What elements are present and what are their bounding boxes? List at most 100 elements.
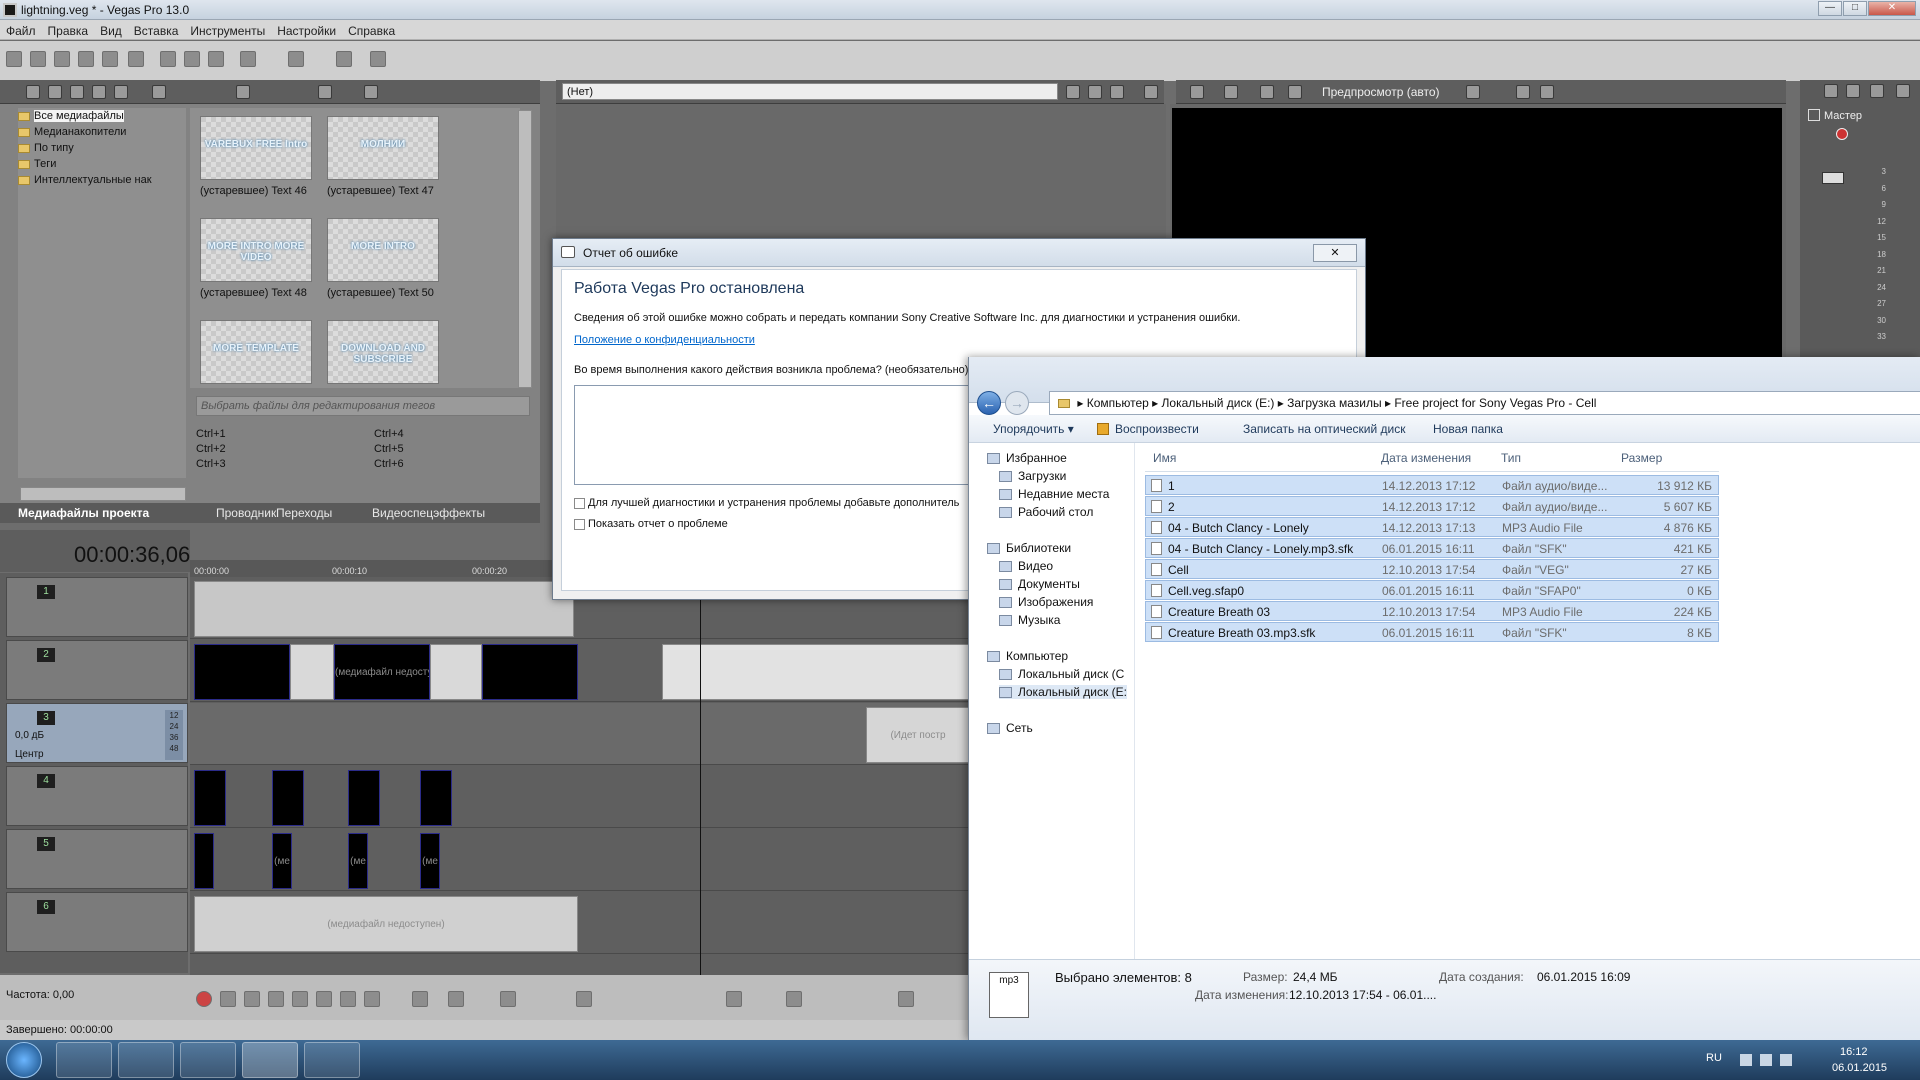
timeline-clip[interactable]: (ме (272, 833, 292, 889)
media-fx-icon[interactable] (114, 85, 128, 99)
get-media-icon[interactable] (70, 85, 84, 99)
zoom-tool-icon[interactable] (500, 991, 516, 1007)
media-thumb[interactable]: MORE TEMPLATE (200, 320, 312, 384)
tree-item[interactable]: Все медиафайлы (18, 108, 186, 124)
media-thumb[interactable]: МОЛНИИ (327, 116, 439, 180)
nav-computer[interactable]: Компьютер (987, 649, 1068, 663)
taskbar-explorer[interactable] (56, 1042, 112, 1078)
taskbar-firefox[interactable] (118, 1042, 174, 1078)
breadcrumb-item[interactable]: Локальный диск (E:) (1162, 396, 1275, 410)
timeline-clip[interactable]: (медиафайл недоступен) (194, 896, 578, 952)
views-icon[interactable] (318, 85, 332, 99)
nav-documents[interactable]: Документы (999, 577, 1080, 591)
timeline-clip[interactable]: (ме (348, 833, 368, 889)
menu-edit[interactable]: Правка (42, 20, 95, 38)
file-row[interactable]: Cell.veg.sfap0 06.01.2015 16:11 Файл "SFAP… (1145, 580, 1719, 600)
whats-this-help-icon[interactable] (370, 51, 386, 67)
start-button[interactable] (6, 1042, 42, 1078)
forward-arrow-icon[interactable]: → (1005, 391, 1029, 415)
language-indicator[interactable]: RU (1706, 1052, 1722, 1064)
file-row[interactable]: 04 - Butch Clancy - Lonely.mp3.sfk 06.01.… (1145, 538, 1719, 558)
clock-date[interactable]: 06.01.2015 (1832, 1062, 1887, 1074)
properties-icon[interactable] (128, 51, 144, 67)
timeline-clip[interactable] (420, 770, 452, 826)
search-icon[interactable] (364, 85, 378, 99)
breadcrumb-item[interactable]: Free project for Sony Vegas Pro - Cell (1394, 396, 1596, 410)
mixer-downmix-icon[interactable] (1846, 84, 1860, 98)
tag-input[interactable]: Выбрать файлы для редактирования тегов (196, 396, 530, 416)
nav-favorites[interactable]: Избранное (987, 451, 1067, 465)
timeline-clip[interactable]: (ме (420, 833, 440, 889)
timeline-clip[interactable] (194, 770, 226, 826)
tree-item[interactable]: Теги (18, 156, 186, 172)
lock-envelopes-icon[interactable] (898, 991, 914, 1007)
master-fx-icon[interactable] (1836, 128, 1848, 140)
nav-music[interactable]: Музыка (999, 613, 1060, 627)
envelope-tool-icon[interactable] (448, 991, 464, 1007)
tray-volume-icon[interactable] (1780, 1054, 1792, 1066)
pause-icon[interactable] (292, 991, 308, 1007)
nav-libraries[interactable]: Библиотеки (987, 541, 1071, 555)
nav-downloads[interactable]: Загрузки (999, 469, 1066, 483)
go-to-end-icon[interactable] (364, 991, 380, 1007)
stop-icon[interactable] (316, 991, 332, 1007)
timeline-clip[interactable] (482, 644, 578, 700)
tab-video-fx[interactable]: Видеоспецэффекты (372, 506, 485, 520)
tray-flag-icon[interactable] (1740, 1054, 1752, 1066)
column-type[interactable]: Тип (1501, 451, 1521, 465)
fx-select[interactable]: (Нет) (562, 83, 1058, 100)
timeline-clip[interactable] (194, 581, 574, 637)
track-header[interactable]: 4 (6, 766, 188, 826)
thumbs-vscrollbar[interactable] (518, 110, 532, 388)
show-report-checkbox[interactable] (574, 518, 585, 530)
master-checkbox[interactable] (1808, 109, 1820, 121)
media-thumb[interactable]: MORE INTRO (327, 218, 439, 282)
breadcrumb-item[interactable]: Загрузка мазилы (1287, 396, 1381, 410)
minimize-button[interactable]: — (1818, 1, 1842, 16)
menu-help[interactable]: Справка (342, 20, 401, 38)
timeline-clip[interactable] (662, 644, 970, 700)
preview-props-icon[interactable] (1190, 85, 1204, 99)
delete-icon[interactable] (576, 991, 592, 1007)
preview-quality-select[interactable]: Предпросмотр (авто) (1322, 85, 1440, 99)
breadcrumb[interactable]: ▸ Компьютер ▸ Локальный диск (E:) ▸ Загр… (1049, 391, 1920, 415)
diagnostics-option[interactable]: Для лучшей диагностики и устранения проб… (574, 497, 959, 509)
track-header[interactable]: 2 (6, 640, 188, 700)
taskbar-notes[interactable] (180, 1042, 236, 1078)
external-monitor-icon[interactable] (1224, 85, 1238, 99)
menu-tools[interactable]: Инструменты (184, 20, 271, 38)
file-row[interactable]: 1 14.12.2013 17:12 Файл аудио/виде... 13 91… (1145, 475, 1719, 495)
timeline-clip[interactable] (348, 770, 380, 826)
menu-insert[interactable]: Вставка (128, 20, 185, 38)
timeline-clip[interactable] (430, 644, 482, 700)
marker-icon[interactable] (726, 991, 742, 1007)
play-from-start-icon[interactable] (244, 991, 260, 1007)
dialog-close-button[interactable]: ✕ (1313, 244, 1357, 262)
menu-file[interactable]: Файл (0, 20, 42, 38)
track-header[interactable]: 5 (6, 829, 188, 889)
close-button[interactable]: ✕ (1868, 1, 1916, 16)
nav-desktop[interactable]: Рабочий стол (999, 505, 1093, 519)
normal-edit-tool-icon[interactable] (412, 991, 428, 1007)
organize-button[interactable]: Упорядочить ▾ (993, 422, 1074, 436)
play-button[interactable]: Воспроизвести (1115, 422, 1199, 436)
nav-drive-c[interactable]: Локальный диск (C (999, 667, 1124, 681)
tree-item[interactable]: Интеллектуальные нак (18, 172, 186, 188)
privacy-link[interactable]: Положение о конфиденциальности (574, 334, 755, 346)
redo-icon[interactable] (288, 51, 304, 67)
tree-item[interactable]: По типу (18, 140, 186, 156)
tab-transitions[interactable]: Переходы (276, 506, 332, 520)
file-row[interactable]: Creature Breath 03 12.10.2013 17:54 MP3 Au… (1145, 601, 1719, 621)
loop-icon[interactable] (220, 991, 236, 1007)
capture-video-icon[interactable] (48, 85, 62, 99)
mixer-insert-icon[interactable] (1896, 84, 1910, 98)
cut-icon[interactable] (160, 51, 176, 67)
copy-icon[interactable] (184, 51, 200, 67)
file-row[interactable]: 04 - Butch Clancy - Lonely 14.12.2013 17:… (1145, 517, 1719, 537)
import-media-icon[interactable] (26, 85, 40, 99)
tab-explorer[interactable]: Проводник (216, 506, 276, 520)
fx-chain-icon[interactable] (1066, 85, 1080, 99)
diagnostics-checkbox[interactable] (574, 497, 585, 509)
media-thumb[interactable]: MORE INTRO MORE VIDEO (200, 218, 312, 282)
nav-drive-e[interactable]: Локальный диск (E: (999, 685, 1127, 699)
